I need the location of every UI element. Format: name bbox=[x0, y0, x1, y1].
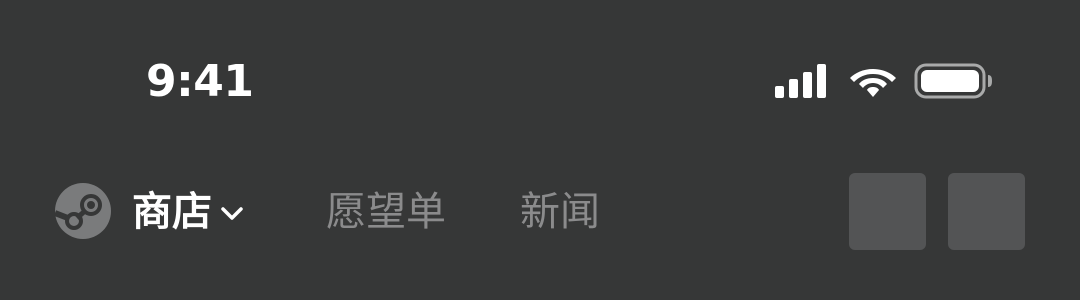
status-time: 9:41 bbox=[146, 56, 254, 107]
top-nav: 商店 愿望单 新闻 bbox=[0, 170, 1080, 256]
store-dropdown[interactable]: 商店 bbox=[132, 188, 244, 236]
action-button-2[interactable] bbox=[948, 173, 1025, 250]
signal-icon bbox=[775, 64, 826, 98]
store-label: 商店 bbox=[132, 189, 212, 235]
battery-icon bbox=[914, 63, 992, 99]
app-screen: 9:41 商店 愿望单 新闻 bbox=[0, 0, 1080, 300]
tab-news[interactable]: 新闻 bbox=[520, 188, 600, 236]
chevron-down-icon bbox=[221, 207, 243, 220]
wifi-icon bbox=[850, 69, 896, 97]
action-button-1[interactable] bbox=[849, 173, 926, 250]
status-icons bbox=[770, 58, 1000, 102]
tab-wishlist[interactable]: 愿望单 bbox=[326, 188, 446, 236]
steam-logo-icon[interactable] bbox=[55, 183, 111, 239]
